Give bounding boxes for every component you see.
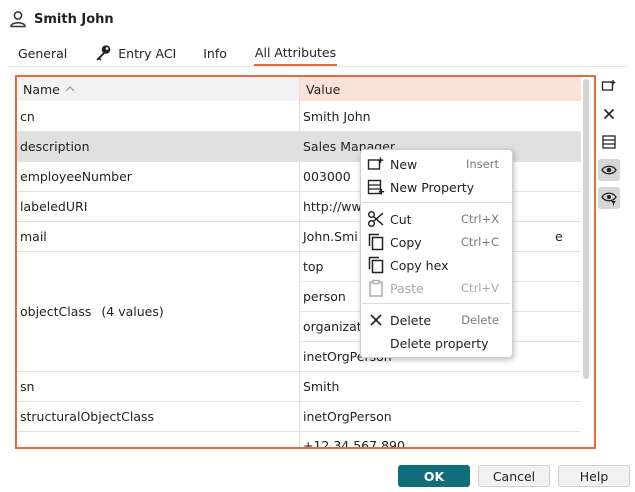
tab-all-attributes[interactable]: All Attributes (253, 40, 338, 66)
menu-item-copy[interactable]: Copy Ctrl+C (361, 231, 512, 253)
table-row-name[interactable]: employeeNumber (17, 162, 299, 192)
menu-item-cut[interactable]: Cut Ctrl+X (361, 208, 512, 230)
tab-label: General (18, 45, 68, 61)
table-row-name[interactable]: labeledURI (17, 192, 299, 222)
context-menu: New Insert New Property Cut Ctrl+X Copy … (360, 149, 513, 358)
show-operational-attributes-toggle[interactable] (598, 159, 620, 181)
dialog-title: Smith John (34, 11, 114, 27)
mail-value-text: John.Smi (303, 229, 358, 244)
table-row-name-selected[interactable]: description (17, 132, 299, 162)
dialog-header: Smith John (9, 8, 114, 30)
table-row-name[interactable]: sn (17, 372, 299, 402)
menu-item-shortcut: Ctrl+X (461, 212, 499, 226)
user-icon (10, 11, 26, 28)
new-property-icon (367, 179, 385, 195)
menu-item-label: Paste (390, 280, 424, 296)
menu-item-delete-property[interactable]: Delete property (361, 332, 512, 354)
menu-item-label: Copy (390, 234, 422, 250)
new-attribute-icon (601, 80, 616, 91)
column-header-name[interactable]: Name (17, 77, 299, 101)
ok-button[interactable]: OK (398, 465, 470, 487)
new-attribute-icon (367, 157, 384, 170)
edit-attribute-button[interactable] (598, 131, 620, 153)
tab-label: Entry ACI (118, 45, 177, 61)
tab-info[interactable]: Info (203, 40, 227, 66)
table-row-name[interactable]: objectClass (4 values) (17, 252, 299, 372)
menu-item-label: New Property (390, 179, 475, 195)
column-header-value-label: Value (306, 81, 341, 97)
tab-label: All Attributes (254, 44, 337, 60)
tab-general[interactable]: General (18, 40, 67, 66)
value-count: (4 values) (101, 304, 164, 319)
table-row-name[interactable] (17, 432, 299, 447)
table-row-value[interactable]: Smith (300, 372, 581, 402)
menu-item-shortcut: Delete (461, 313, 499, 327)
tab-divider (9, 66, 628, 67)
table-row-name[interactable]: mail (17, 222, 299, 252)
menu-item-label: New (390, 156, 418, 172)
table-row-name[interactable]: structuralObjectClass (17, 402, 299, 432)
menu-item-delete[interactable]: Delete Delete (361, 309, 512, 331)
sort-ascending-icon (65, 86, 75, 92)
menu-separator (362, 303, 511, 304)
objectclass-name: objectClass (20, 304, 92, 319)
tab-entry-aci[interactable]: Entry ACI (94, 40, 176, 66)
cancel-button[interactable]: Cancel (478, 465, 550, 487)
vertical-scrollbar[interactable] (583, 79, 589, 379)
eye-filter-icon (601, 192, 617, 206)
menu-item-shortcut: Insert (466, 157, 499, 171)
attribute-toolbar (598, 75, 624, 215)
eye-icon (601, 165, 617, 175)
menu-item-label: Delete (390, 312, 432, 328)
scissors-icon (367, 210, 384, 228)
clipboard-icon (369, 279, 383, 297)
menu-item-label: Cut (390, 211, 412, 227)
table-row-name[interactable]: cn (17, 102, 299, 132)
menu-item-new[interactable]: New Insert (361, 153, 512, 175)
menu-item-shortcut: Ctrl+C (460, 235, 499, 249)
menu-item-new-property[interactable]: New Property (361, 176, 512, 198)
menu-item-shortcut: Ctrl+V (461, 281, 499, 295)
table-row-value[interactable]: inetOrgPerson (300, 402, 581, 432)
filter-attributes-toggle[interactable] (598, 187, 620, 209)
new-attribute-button[interactable] (598, 75, 620, 97)
close-icon (603, 108, 615, 120)
menu-separator (362, 202, 511, 203)
mail-value-tail: e (555, 229, 563, 244)
tab-bar: General Entry ACI Info All Attributes (18, 38, 338, 66)
key-icon (96, 45, 111, 61)
copy-icon (368, 233, 384, 251)
tab-label: Info (203, 45, 227, 61)
table-row-value[interactable]: +12 34 567 890 (300, 432, 581, 447)
column-header-value[interactable]: Value (300, 77, 581, 101)
copy-hex-icon (368, 256, 384, 274)
menu-item-label: Delete property (390, 335, 489, 351)
menu-item-paste[interactable]: Paste Ctrl+V (361, 277, 512, 299)
column-header-name-label: Name (23, 81, 60, 97)
menu-item-label: Copy hex (390, 257, 449, 273)
close-icon (370, 314, 382, 326)
help-button[interactable]: Help (558, 465, 630, 487)
menu-item-copy-hex[interactable]: Copy hex (361, 254, 512, 276)
list-edit-icon (602, 135, 616, 149)
delete-attribute-button[interactable] (598, 103, 620, 125)
table-row-value[interactable]: Smith John (300, 102, 581, 132)
